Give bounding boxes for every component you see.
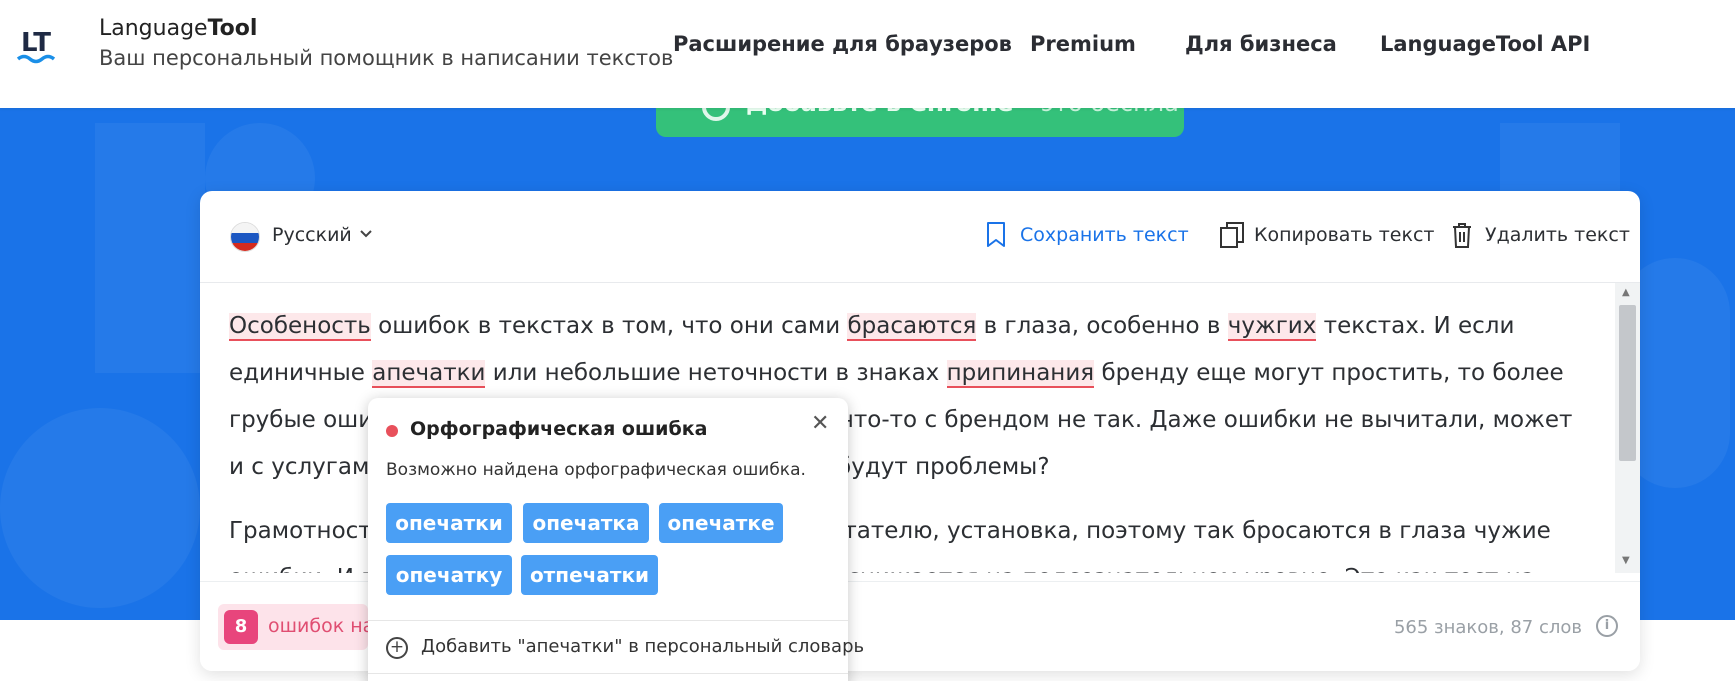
char-count: 565 знаков,	[1393, 617, 1505, 638]
nav-business[interactable]: Для бизнеса	[1185, 32, 1337, 56]
suggestion-button[interactable]: опечатке	[659, 503, 783, 543]
spelling-error-highlight[interactable]: припинания	[946, 360, 1095, 388]
suggestion-button[interactable]: отпечатки	[521, 555, 658, 595]
hero-decoration	[0, 408, 200, 608]
save-text-button[interactable]: Сохранить текст	[1020, 224, 1189, 246]
brand-name-bold: Tool	[207, 16, 258, 41]
popover-divider	[368, 620, 848, 621]
scroll-down-icon[interactable]: ▼	[1622, 555, 1630, 566]
errors-count-badge: 8	[224, 610, 258, 644]
nav-browser-extension[interactable]: Расширение для браузеров	[673, 32, 1012, 56]
errors-summary-button[interactable]: 8 ошибок на	[218, 604, 374, 650]
chevron-down-icon[interactable]	[359, 227, 373, 241]
brand-name-part: Language	[99, 16, 208, 41]
text-stats: 565 знаков, 87 слов	[1394, 617, 1582, 638]
close-icon[interactable]: ✕	[811, 411, 829, 436]
text-segment[interactable]: Грамотност	[229, 518, 372, 544]
errors-summary-label: ошибок на	[268, 615, 375, 637]
editor-scrollbar[interactable]: ▲ ▼	[1615, 283, 1640, 573]
brand-name[interactable]: LanguageTool	[99, 16, 257, 41]
bookmark-icon[interactable]	[985, 221, 1007, 249]
spelling-error-highlight[interactable]: Особеность	[229, 313, 371, 341]
error-dot-icon	[386, 425, 398, 437]
word-count: 87 слов	[1510, 617, 1582, 638]
language-selector[interactable]: Русский	[272, 224, 352, 246]
suggestion-button[interactable]: опечатки	[386, 503, 512, 543]
brand-tagline: Ваш персональный помощник в написании те…	[99, 46, 674, 70]
suggestion-button[interactable]: опечатка	[523, 503, 649, 543]
popover-divider	[368, 673, 848, 674]
copy-icon[interactable]	[1219, 221, 1245, 249]
spelling-error-highlight[interactable]: апечатки	[372, 360, 486, 388]
text-segment[interactable]: или небольшие неточности в знаках	[485, 360, 946, 386]
russia-flag-icon[interactable]	[230, 222, 260, 252]
text-segment[interactable]: ошибок в текстах в том, что они сами	[371, 313, 848, 339]
trash-icon[interactable]	[1451, 221, 1473, 249]
info-icon[interactable]: i	[1596, 615, 1618, 637]
scroll-up-icon[interactable]: ▲	[1622, 287, 1630, 298]
copy-text-button[interactable]: Копировать текст	[1254, 224, 1434, 246]
nav-api[interactable]: LanguageTool API	[1380, 32, 1590, 56]
add-to-dictionary-button[interactable]: Добавить "апечатки" в персональный слова…	[421, 636, 864, 657]
nav-premium[interactable]: Premium	[1030, 32, 1136, 56]
editor-toolbar: Русский Сохранить текст Копировать текст…	[200, 191, 1640, 283]
spelling-error-highlight[interactable]: брасаются	[847, 313, 977, 341]
delete-text-button[interactable]: Удалить текст	[1485, 224, 1630, 246]
spelling-error-highlight[interactable]: чужгих	[1227, 313, 1317, 341]
popover-description: Возможно найдена орфографическая ошибка.	[386, 460, 806, 480]
svg-text:LT: LT	[21, 28, 51, 58]
scrollbar-thumb[interactable]	[1619, 305, 1636, 461]
text-segment[interactable]: в глаза, особенно в	[976, 313, 1227, 339]
site-header: LT LanguageTool Ваш персональный помощни…	[0, 0, 1735, 108]
suggestion-button[interactable]: опечатку	[386, 555, 512, 595]
plus-circle-icon[interactable]: +	[386, 637, 408, 659]
hero-decoration	[95, 123, 205, 373]
text-segment[interactable]: емы?	[988, 454, 1050, 480]
popover-title: Орфографическая ошибка	[410, 418, 708, 440]
languagetool-logo[interactable]: LT	[16, 26, 60, 66]
spelling-suggestion-popover: Орфографическая ошибка ✕ Возможно найден…	[368, 398, 864, 681]
